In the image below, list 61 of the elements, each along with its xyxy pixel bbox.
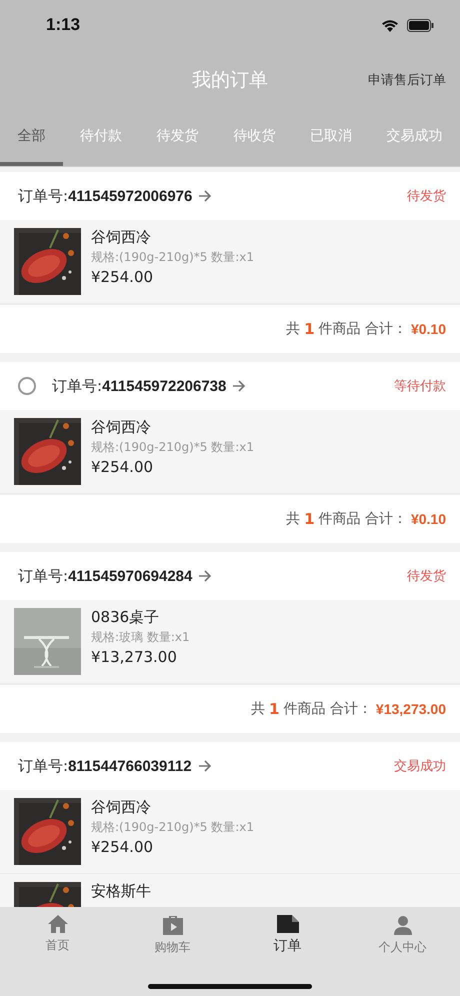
order-total: ¥13,273.00 <box>376 701 446 717</box>
product-spec: 规格:玻璃 数量:x1 <box>91 629 190 646</box>
product-price: ¥254.00 <box>91 838 154 856</box>
count-prefix: 共 <box>286 320 300 338</box>
arrow-icon[interactable] <box>232 380 246 392</box>
tab-bar-item[interactable]: 个人中心 <box>345 915 460 956</box>
order-tab[interactable]: 全部 <box>0 110 63 166</box>
wifi-icon <box>381 18 399 32</box>
product-spec: 规格:(190g-210g)*5 数量:x1 <box>91 819 254 836</box>
product-price: ¥254.00 <box>91 268 154 286</box>
order-tab[interactable]: 待收货 <box>216 110 293 166</box>
tab-bar-item[interactable]: 购物车 <box>115 915 230 956</box>
battery-icon <box>407 18 434 32</box>
after-sales-link[interactable]: 申请售后订单 <box>368 71 446 89</box>
order-number-label: 订单号: <box>18 186 68 206</box>
order-status: 待发货 <box>407 188 446 205</box>
order-number-label: 订单号: <box>52 376 102 396</box>
order-tab[interactable]: 待付款 <box>62 110 140 166</box>
bag-icon <box>162 915 182 935</box>
order-tab[interactable]: 已取消 <box>292 110 370 166</box>
order-total: ¥0.10 <box>410 321 446 337</box>
total-label: 件商品 合计： <box>283 700 372 718</box>
tab-bar-item[interactable]: 首页 <box>0 915 115 956</box>
product-price: ¥13,273.00 <box>91 648 178 666</box>
home-icon <box>48 915 68 933</box>
order-status: 交易成功 <box>394 758 446 775</box>
product-name: 谷饲西冷 <box>91 228 152 247</box>
total-label: 件商品 合计： <box>318 320 407 338</box>
arrow-icon[interactable] <box>198 570 212 582</box>
product-spec: 规格:(190g-210g)*5 数量:x1 <box>91 439 254 456</box>
order-tab[interactable]: 待发货 <box>139 110 216 166</box>
arrow-icon[interactable] <box>198 190 212 202</box>
order-number: 411545972206738 <box>102 378 226 394</box>
product-spec: 规格:(190g-210g)*5 数量:x1 <box>91 249 254 266</box>
count-prefix: 共 <box>286 510 300 528</box>
product-name: 0836桌子 <box>91 608 160 627</box>
product-name: 安格斯牛 <box>91 882 151 901</box>
item-count: 1 <box>304 510 314 528</box>
item-count: 1 <box>304 320 314 338</box>
count-prefix: 共 <box>251 700 266 718</box>
product-name: 谷饲西冷 <box>91 418 152 437</box>
page-title: 我的订单 <box>192 68 268 93</box>
arrow-icon[interactable] <box>198 760 212 772</box>
order-number: 411545972006976 <box>68 188 192 204</box>
order-number-label: 订单号: <box>18 756 68 776</box>
order-number-label: 订单号: <box>18 566 68 586</box>
select-radio[interactable] <box>18 377 36 395</box>
item-count: 1 <box>269 700 280 718</box>
document-icon <box>276 915 298 933</box>
person-icon <box>392 915 412 935</box>
order-total: ¥0.10 <box>410 511 446 527</box>
total-label: 件商品 合计： <box>318 510 407 528</box>
order-status: 等待付款 <box>394 378 446 395</box>
tab-bar-item[interactable]: 订单 <box>230 915 345 956</box>
product-price: ¥254.00 <box>91 458 154 476</box>
order-tab[interactable]: 交易成功 <box>369 110 460 166</box>
status-time: 1:13 <box>46 15 80 35</box>
order-number: 811544766039112 <box>68 758 192 774</box>
order-status: 待发货 <box>407 568 446 585</box>
product-name: 谷饲西冷 <box>91 798 152 817</box>
order-number: 411545970694284 <box>68 568 192 584</box>
